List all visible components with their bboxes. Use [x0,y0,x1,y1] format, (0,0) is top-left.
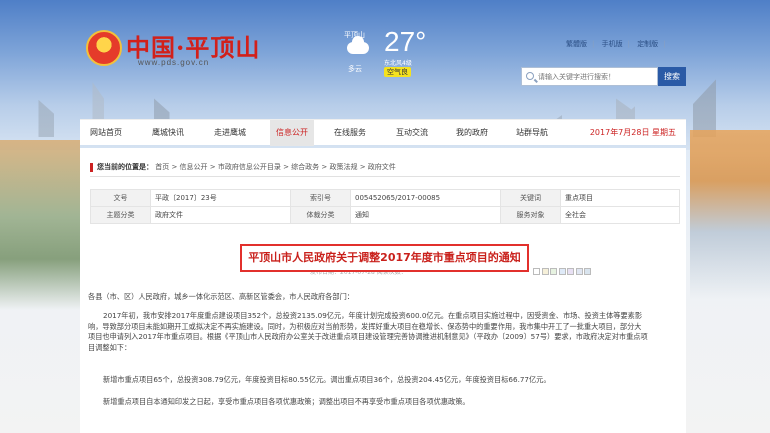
divider [90,176,680,177]
nav-item-about[interactable]: 走进鹰城 [214,120,246,146]
color-swatch[interactable] [541,268,549,275]
weather-widget: 平顶山 多云 27° 东北风4级 空气良 [344,28,434,78]
article-salutation: 各县（市、区）人民政府，城乡一体化示范区、高新区管委会，市人民政府各部门： [88,292,354,301]
mobile-version-link[interactable]: 手机版 [602,40,623,48]
custom-version-link[interactable]: 定制版 [637,40,658,48]
breadcrumb-path[interactable]: 首页 > 信息公开 > 市政府信息公开目录 > 综合政务 > 政策法规 > 政府… [155,163,396,171]
air-quality-badge: 空气良 [384,67,411,77]
nav-item-interaction[interactable]: 互动交流 [396,120,428,146]
left-scenery-background [0,140,80,310]
right-scenery-background [690,130,770,300]
article-title-box: 平顶山市人民政府关于调整2017年度市重点项目的通知 [240,244,529,272]
main-nav: 网站首页 鹰城快讯 走进鹰城 信息公开 在线服务 互动交流 我的政府 站群导航 … [80,119,686,146]
table-row: 文号 平政〔2017〕23号 索引号 005452065/2017-00085 … [90,189,680,207]
article-paragraph: 新增重点项目自本通知印发之日起，享受市重点项目各项优惠政策；调整出项目不再享受市… [103,397,470,406]
divider: | [663,40,666,48]
logo-url: www.pds.gov.cn [138,58,210,67]
article-title: 平顶山市人民政府关于调整2017年度市重点项目的通知 [248,251,521,264]
search-button[interactable]: 搜索 [658,67,686,86]
search-input[interactable] [538,70,656,83]
breadcrumb: 您当前的位置是： 首页 > 信息公开 > 市政府信息公开目录 > 综合政务 > … [90,162,396,172]
meta-label: 服务对象 [500,206,561,224]
meta-value: 005452065/2017-00085 [350,189,501,207]
site-logo[interactable]: 中国·平顶山 www.pds.gov.cn [86,28,259,70]
document-meta-table: 文号 平政〔2017〕23号 索引号 005452065/2017-00085 … [90,189,680,224]
weather-wind: 东北风4级 [384,60,412,67]
color-swatch[interactable] [550,268,557,275]
divider: | [627,40,630,48]
nav-item-info-disclosure[interactable]: 信息公开 [270,120,314,146]
breadcrumb-label: 您当前的位置是： [97,163,153,171]
meta-value: 政府文件 [150,206,291,224]
nav-item-home[interactable]: 网站首页 [90,120,122,146]
nav-item-site-navigation[interactable]: 站群导航 [516,120,548,146]
color-swatch[interactable] [533,268,540,275]
cloud-icon [347,36,369,54]
background-color-picker [533,268,593,276]
meta-value: 通知 [350,206,501,224]
search-box [521,67,658,86]
table-row: 主题分类 政府文件 体裁分类 通知 服务对象 全社会 [90,206,680,224]
nav-item-online-service[interactable]: 在线服务 [334,120,366,146]
color-swatch[interactable] [558,268,566,275]
meta-label: 主题分类 [90,206,151,224]
meta-value: 平政〔2017〕23号 [150,189,291,207]
search-icon [526,72,534,80]
color-swatch[interactable] [567,268,574,275]
nav-item-my-government[interactable]: 我的政府 [456,120,488,146]
meta-label: 索引号 [290,189,351,207]
nav-item-news[interactable]: 鹰城快讯 [152,120,184,146]
current-date: 2017年7月28日 星期五 [589,128,676,137]
article-paragraph: 2017年初，我市安排2017年度重点建设项目352个，总投资2135.09亿元… [88,311,648,352]
weather-desc: 多云 [348,65,362,73]
meta-label: 关键词 [500,189,561,207]
meta-value: 全社会 [560,206,680,224]
article-paragraph: 新增市重点项目65个，总投资308.79亿元，年度投资目标80.55亿元。调出重… [103,375,551,384]
meta-value: 重点项目 [560,189,680,207]
divider: | [592,40,595,48]
meta-label: 体裁分类 [290,206,351,224]
traditional-chinese-link[interactable]: 繁體版 [566,40,587,48]
content-panel: 您当前的位置是： 首页 > 信息公开 > 市政府信息公开目录 > 综合政务 > … [80,148,686,433]
national-emblem-icon [86,30,122,66]
meta-label: 文号 [90,189,151,207]
breadcrumb-marker [90,162,93,172]
color-swatch[interactable] [584,268,591,275]
weather-temperature: 27° [384,26,427,57]
top-links: 繁體版 | 手机版 | 定制版 | [566,39,671,49]
color-swatch[interactable] [575,268,583,275]
